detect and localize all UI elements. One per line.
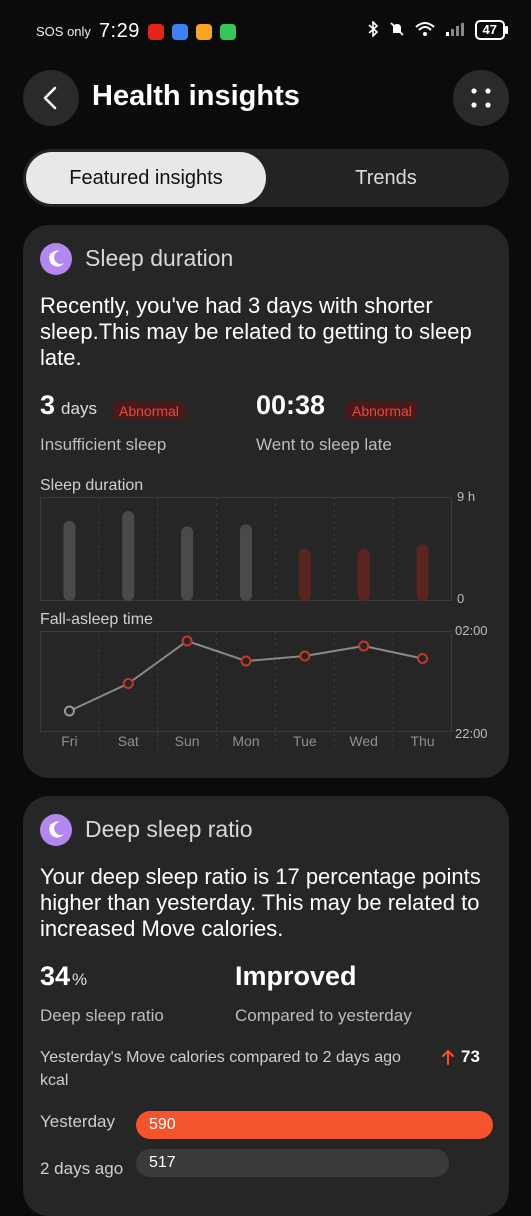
battery-indicator: 47 (474, 20, 509, 40)
deep-sleep-ratio-value: 34% (40, 961, 87, 992)
fall-asleep-chart (40, 631, 452, 749)
bar-label-yesterday: Yesterday (40, 1112, 115, 1131)
status-bar-left: SOS only 7:29 (36, 20, 236, 43)
sleep-bar-sat (122, 511, 135, 601)
page-title: Health insights (92, 80, 300, 112)
back-button[interactable] (23, 70, 79, 126)
carrier-text: SOS only (36, 24, 91, 39)
header: Health insights (0, 70, 531, 128)
app-icon-green (219, 23, 236, 40)
app-icon-blue (171, 23, 188, 40)
bar-yesterday (136, 1111, 493, 1139)
stat-label: Insufficient sleep (40, 435, 167, 454)
stat-number: 3 (40, 390, 56, 420)
bar-value-yesterday: 590 (149, 1116, 176, 1133)
fall-asleep-point-tue (299, 650, 311, 662)
tab-trends[interactable]: Trends (266, 152, 506, 204)
axis-label-bottom: 22:00 (455, 726, 488, 741)
arrow-up-icon (442, 1049, 454, 1065)
fall-asleep-point-mon (240, 655, 252, 667)
stat-label: Went to sleep late (256, 435, 392, 454)
four-dots-icon (471, 88, 491, 108)
sleep-bar-tue (298, 548, 311, 601)
sleep-bar-wed (357, 548, 370, 601)
card-description: Your deep sleep ratio is 17 percentage p… (40, 864, 481, 941)
fall-asleep-point-thu (417, 653, 429, 664)
card-title: Deep sleep ratio (85, 816, 253, 842)
insight-tabs: Featured insights Trends (23, 149, 509, 207)
abnormal-badge: Abnormal (346, 402, 418, 420)
chart-frame (40, 631, 452, 732)
chevron-left-icon (43, 86, 57, 110)
comparison-value: Improved (235, 961, 357, 991)
card-title: Sleep duration (85, 245, 234, 271)
day-label-wed: Wed (349, 733, 378, 749)
axis-label-min: 0 (457, 591, 465, 606)
bluetooth-icon (367, 19, 379, 40)
compare-change-value: 73 (461, 1047, 480, 1066)
bar-label-two-days-ago: 2 days ago (40, 1159, 124, 1178)
app-icon-red (147, 23, 164, 40)
chart-label: Fall-asleep time (40, 611, 153, 628)
stat-label: Compared to yesterday (235, 1006, 412, 1025)
status-bar-right: 47 (367, 19, 509, 40)
clock: 7:29 (98, 20, 140, 42)
day-label-fri: Fri (61, 733, 78, 749)
card-description: Recently, you've had 3 days with shorter… (40, 293, 472, 370)
fall-asleep-line (69, 639, 423, 712)
day-label-sat: Sat (117, 733, 139, 749)
compare-unit: kcal (40, 1072, 69, 1089)
insufficient-sleep-value: 3 days (40, 390, 97, 421)
stat-unit: % (72, 970, 88, 989)
sleep-bar-sun (181, 526, 194, 601)
bar-two-days-ago (136, 1149, 449, 1177)
sleep-bar-mon (240, 524, 252, 601)
abnormal-badge: Abnormal (113, 402, 185, 420)
compare-change: 73 (441, 1047, 480, 1067)
sleep-duration-card[interactable]: z Sleep duration Recently, you've had 3 … (23, 225, 509, 778)
svg-text:z: z (49, 823, 52, 830)
status-bar: SOS only 7:29 47 (0, 0, 531, 64)
sleep-late-value: 00:38 (256, 390, 326, 420)
chart-label: Sleep duration (40, 477, 144, 494)
stat-number: 34 (40, 961, 71, 991)
app-icon-orange (195, 23, 212, 40)
signal-icon (445, 21, 465, 40)
more-options-button[interactable] (453, 70, 509, 126)
sleep-bar-fri (63, 521, 76, 601)
fall-asleep-point-sun (181, 635, 193, 647)
mute-icon (389, 21, 405, 40)
axis-label-top: 02:00 (455, 623, 488, 638)
svg-text:z: z (49, 252, 52, 259)
sleep-moon-icon: z (40, 814, 72, 846)
sleep-duration-chart (40, 497, 452, 601)
bar-value-two-days-ago: 517 (149, 1154, 176, 1171)
sleep-moon-icon: z (40, 243, 72, 275)
wifi-icon (414, 21, 435, 40)
day-label-sun: Sun (174, 733, 200, 749)
fall-asleep-point-wed (358, 640, 370, 652)
stat-unit: days (61, 399, 97, 418)
fall-asleep-point-fri (63, 705, 75, 717)
day-label-tue: Tue (293, 733, 317, 749)
deep-sleep-card[interactable]: z Deep sleep ratio Your deep sleep ratio… (23, 796, 509, 1216)
compare-text: Yesterday's Move calories compared to 2 … (40, 1049, 401, 1066)
axis-label-max: 9 h (457, 489, 476, 504)
tab-featured-insights[interactable]: Featured insights (26, 152, 266, 204)
sleep-bar-thu (416, 544, 429, 601)
day-label-thu: Thu (410, 733, 435, 749)
stat-label: Deep sleep ratio (40, 1006, 164, 1025)
day-label-mon: Mon (232, 733, 260, 749)
fall-asleep-point-sat (122, 678, 134, 689)
